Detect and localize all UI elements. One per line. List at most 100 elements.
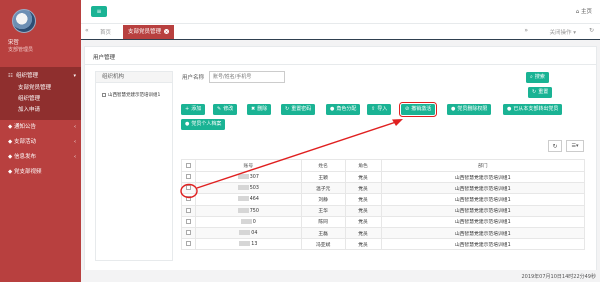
upload-icon: ⇪ xyxy=(371,106,376,112)
sidebar-subitem-member-management[interactable]: 支部党员管理 xyxy=(0,83,81,94)
table-row[interactable]: 750 王华 党员 山西智慧党建示范培训组1 xyxy=(181,204,585,217)
user-icon: ● xyxy=(451,106,456,112)
import-button[interactable]: ⇪ 导入 xyxy=(367,104,392,115)
cell-dept: 山西智慧党建示范培训组1 xyxy=(380,204,585,217)
status-bar: 2019年07月10日14时22分49秒 xyxy=(81,270,600,282)
row-checkbox[interactable] xyxy=(181,204,196,217)
reset-button[interactable]: ↻ 重置 xyxy=(528,87,553,98)
checkbox[interactable] xyxy=(185,196,191,202)
cancel-activation-button[interactable]: ⊘ 撤销激活 xyxy=(398,102,438,117)
tab-member-management[interactable]: 支部党员管理 × xyxy=(123,25,175,39)
delete-button[interactable]: ✖ 删除 xyxy=(247,104,272,115)
account-text: 750 xyxy=(249,208,259,214)
refresh-icon[interactable]: ↻ xyxy=(589,27,594,34)
org-tree-header: 组织机构 xyxy=(96,72,172,83)
org-tree-node[interactable]: 山西智慧党建示范培训组1 xyxy=(102,92,160,98)
chevron-down-icon: ▾ xyxy=(73,73,76,79)
columns-toggle-button[interactable]: ☰▾ xyxy=(566,140,584,152)
branch-transfer-button[interactable]: ● 已从本支部转出党员 xyxy=(503,104,563,115)
sidebar-subitem-join-requests[interactable]: 加入申请 xyxy=(0,105,81,116)
checkbox[interactable] xyxy=(185,230,191,236)
cell-dept: 山西智慧党建示范培训组1 xyxy=(380,215,585,228)
checkbox[interactable] xyxy=(185,162,191,168)
home-link[interactable]: ⌂ 主页 xyxy=(576,7,592,15)
checkbox[interactable] xyxy=(185,207,191,213)
col-header-role[interactable]: 角色 xyxy=(344,159,382,172)
home-icon: ⌂ xyxy=(575,9,580,15)
account-text: 503 xyxy=(249,186,259,192)
cell-account: 750 xyxy=(194,204,302,217)
tabs-next-icon[interactable]: » xyxy=(524,27,528,34)
search-input[interactable] xyxy=(209,71,285,83)
table-row[interactable]: 307 王颖 党员 山西智慧党建示范培训组1 xyxy=(181,170,585,184)
add-button[interactable]: + 添加 xyxy=(181,104,206,115)
tabs-prev-icon[interactable]: « xyxy=(85,27,89,34)
row-checkbox[interactable] xyxy=(181,182,196,195)
button-label: 导入 xyxy=(377,106,388,112)
divider xyxy=(85,64,596,65)
cell-role: 党员 xyxy=(344,193,382,206)
sidebar-item-org-management[interactable]: ☷ 组织管理 ▾ xyxy=(0,69,81,83)
search-label: 用户名称 xyxy=(182,75,205,81)
cell-dept: 山西智慧党建示范培训组1 xyxy=(380,238,585,251)
row-checkbox[interactable] xyxy=(181,215,196,228)
row-checkbox[interactable] xyxy=(181,238,196,251)
button-label: 添加 xyxy=(191,106,202,112)
sidebar-item-activities[interactable]: ◆ 支部活动 ‹ xyxy=(0,135,81,150)
table-row[interactable]: 0 陈同 党员 山西智慧党建示范培训组1 xyxy=(181,215,585,228)
button-label: 重置 xyxy=(538,89,549,95)
personal-file-button[interactable]: ● 党员个人档案 xyxy=(181,119,226,130)
sidebar-item-publish[interactable]: ◆ 信息发布 ‹ xyxy=(0,150,81,165)
flag-icon: ◆ xyxy=(8,139,13,145)
row-checkbox[interactable] xyxy=(181,226,196,240)
search-button[interactable]: ⌕ 搜索 xyxy=(526,72,549,83)
table-row[interactable]: 13 冯亚斌 党员 山西智慧党建示范培训组1 xyxy=(181,238,585,251)
cell-account: 307 xyxy=(194,170,302,184)
sidebar-item-notices[interactable]: ◆ 通知公告 ‹ xyxy=(0,120,81,135)
sidebar-item-label: 通知公告 xyxy=(13,124,36,130)
redacted-block xyxy=(239,230,251,236)
checkbox[interactable] xyxy=(185,185,191,191)
button-label: 撤销激活 xyxy=(411,106,432,112)
table-row[interactable]: 503 温子元 党员 山西智慧党建示范培训组1 xyxy=(181,182,585,195)
menu-toggle-button[interactable]: ≡ xyxy=(91,6,107,17)
assign-role-button[interactable]: ● 角色分配 xyxy=(326,104,361,115)
account-text: 0 xyxy=(252,219,256,225)
party-fee-button[interactable]: ● 党员删除权限 xyxy=(447,104,492,115)
refresh-table-button[interactable]: ↻ xyxy=(548,140,562,152)
table-row[interactable]: 464 刘静 党员 山西智慧党建示范培训组1 xyxy=(181,193,585,206)
col-header-name[interactable]: 姓名 xyxy=(300,159,346,172)
sidebar-item-videos[interactable]: ◆ 党支部视频 xyxy=(0,165,81,180)
table-row[interactable]: 04 王磊 党员 山西智慧党建示范培训组1 xyxy=(181,226,585,240)
col-header-dept[interactable]: 部门 xyxy=(380,159,585,172)
close-operations-dropdown[interactable]: 关闭操作 ▾ xyxy=(549,28,576,36)
user-icon: ● xyxy=(185,121,190,127)
avatar[interactable] xyxy=(12,9,36,33)
redacted-block xyxy=(237,174,249,180)
sidebar-subitem-org-management[interactable]: 组织管理 xyxy=(0,94,81,105)
row-checkbox[interactable] xyxy=(181,193,196,206)
sidebar: 宋哲 支部管理员 ☷ 组织管理 ▾ 支部党员管理 组织管理 加入申请 ◆ 通知公告… xyxy=(0,0,81,282)
refresh-icon: ↻ xyxy=(552,143,558,150)
reset-password-button[interactable]: ↻ 重置密码 xyxy=(281,104,316,115)
checkbox[interactable] xyxy=(185,218,191,224)
user-role[interactable]: 支部管理员 xyxy=(8,46,33,53)
row-checkbox[interactable] xyxy=(181,170,196,184)
chevron-left-icon: ‹ xyxy=(74,139,76,145)
tab-label: 支部党员管理 xyxy=(128,29,162,35)
checkbox[interactable] xyxy=(185,241,191,247)
cell-name: 冯亚斌 xyxy=(300,238,346,251)
redacted-block xyxy=(237,185,249,191)
edit-button[interactable]: ✎ 修改 xyxy=(213,104,238,115)
close-icon[interactable]: × xyxy=(164,29,170,34)
select-all-checkbox[interactable] xyxy=(181,159,196,172)
org-node-label: 山西智慧党建示范培训组1 xyxy=(108,93,161,98)
cell-name: 王华 xyxy=(300,204,346,217)
tab-home[interactable]: 首页 xyxy=(100,28,111,36)
ban-icon: ⊘ xyxy=(405,106,410,112)
col-header-account[interactable]: 账号 xyxy=(194,159,302,172)
checkbox[interactable] xyxy=(185,174,191,180)
redacted-block xyxy=(237,207,249,213)
cell-dept: 山西智慧党建示范培训组1 xyxy=(380,182,585,195)
trash-icon: ✖ xyxy=(251,106,256,112)
